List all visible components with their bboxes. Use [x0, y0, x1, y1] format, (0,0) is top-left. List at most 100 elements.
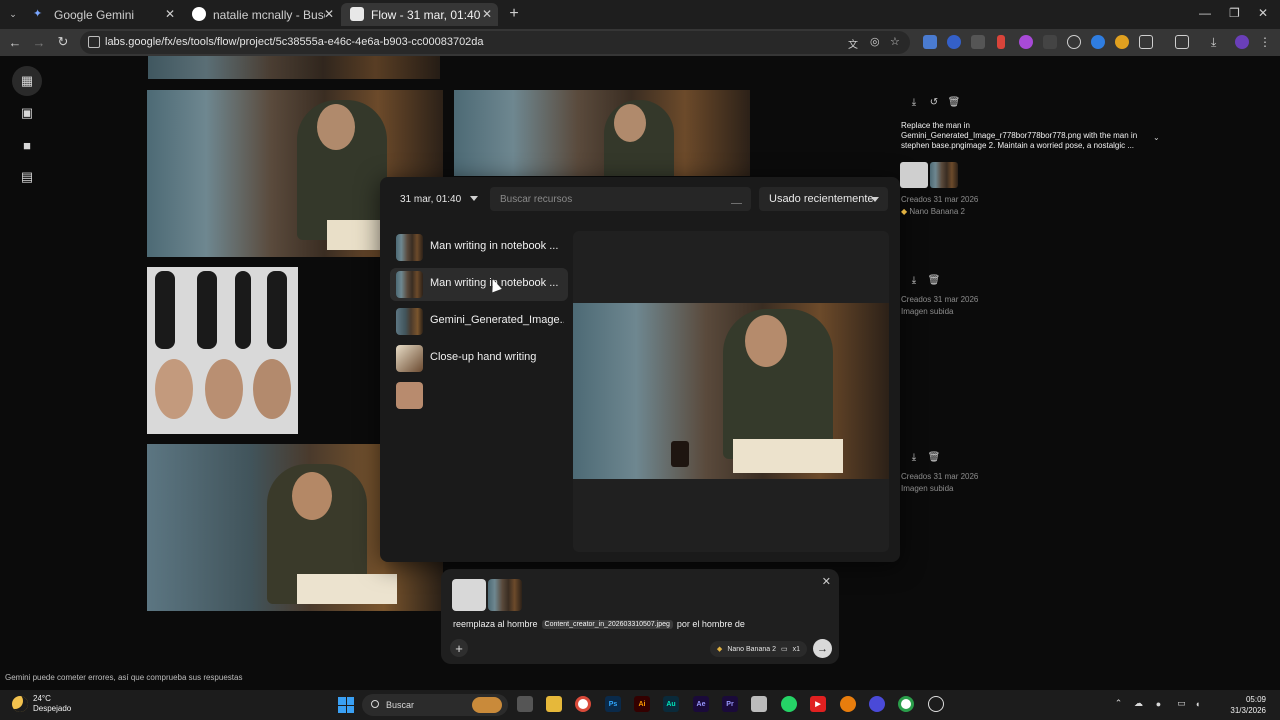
upload-icon[interactable] — [731, 193, 742, 204]
premiere-icon[interactable]: Pr — [722, 696, 738, 712]
minimize-icon[interactable]: — — [1199, 6, 1211, 20]
blender-icon[interactable] — [840, 696, 856, 712]
date-filter-dropdown[interactable]: 31 mar, 01:40 — [392, 187, 482, 211]
chrome-icon[interactable] — [575, 696, 591, 712]
whatsapp-icon[interactable] — [781, 696, 797, 712]
sort-dropdown[interactable]: Usado recientemente — [759, 187, 888, 211]
extension-icon[interactable] — [1019, 35, 1033, 49]
reference-thumbnail[interactable] — [900, 162, 928, 188]
tab-google-gemini[interactable]: ✦ Google Gemini ✕ — [24, 3, 181, 26]
after-effects-icon[interactable]: Ae — [693, 696, 709, 712]
add-button[interactable]: + — [450, 639, 468, 657]
eye-off-icon[interactable]: ◎ — [870, 35, 880, 48]
close-window-icon[interactable]: ✕ — [1258, 6, 1268, 20]
extension-icon[interactable] — [1091, 35, 1105, 49]
menu-kebab-icon[interactable]: ⋮ — [1259, 35, 1273, 49]
extension-icon[interactable] — [947, 35, 961, 49]
resource-item[interactable]: Man writing in notebook ... — [390, 231, 568, 264]
resource-item[interactable]: Man writing in notebook ... — [390, 268, 568, 301]
download-icon[interactable]: ⤓ — [1211, 35, 1225, 49]
upload-label: Imagen subida — [901, 484, 954, 493]
microphone-icon[interactable]: ● — [1153, 698, 1164, 709]
close-icon[interactable]: ✕ — [165, 7, 175, 21]
send-button[interactable]: → — [813, 639, 832, 658]
gemini-sparkle-icon: ✦ — [33, 8, 43, 20]
gallery-image[interactable] — [148, 56, 440, 79]
reuse-prompt-icon[interactable]: ↺ — [928, 96, 940, 108]
forward-arrow-icon[interactable]: → — [30, 33, 48, 51]
extension-icon[interactable] — [923, 35, 937, 49]
close-icon[interactable]: ✕ — [482, 7, 492, 21]
download-icon[interactable]: ⤓ — [908, 274, 920, 286]
folder-icon[interactable]: ▤ — [18, 168, 36, 186]
gallery-image[interactable] — [454, 90, 750, 176]
created-date: Creados 31 mar 2026 — [901, 472, 979, 481]
task-view-icon[interactable] — [517, 696, 533, 712]
delete-icon[interactable]: 🗑 — [928, 274, 941, 286]
photoshop-icon[interactable]: Ps — [605, 696, 621, 712]
reload-icon[interactable]: ↻ — [54, 33, 72, 51]
model-selector[interactable]: ◆ Nano Banana 2 ▭ x1 — [709, 641, 807, 657]
download-icon[interactable]: ⤓ — [908, 451, 920, 463]
side-panel-icon[interactable] — [1175, 35, 1189, 49]
search-placeholder: Buscar recursos — [500, 193, 573, 205]
tray-chevron-icon[interactable]: ⌃ — [1113, 698, 1124, 709]
new-tab-button[interactable]: + — [505, 5, 523, 23]
volume-icon[interactable]: ◖ — [1192, 698, 1203, 709]
back-arrow-icon[interactable]: ← — [6, 33, 24, 51]
close-icon[interactable]: ✕ — [822, 575, 831, 588]
prompt-input[interactable]: reemplaza al hombre Content_creator_in_2… — [453, 619, 745, 629]
expand-chevron-icon[interactable]: ⌄ — [1153, 133, 1160, 143]
tab-search-icon[interactable]: ⌄ — [4, 5, 22, 23]
extension-icon[interactable] — [1043, 35, 1057, 49]
translate-icon[interactable]: 文 — [848, 36, 858, 51]
moon-weather-icon[interactable] — [12, 696, 28, 712]
extension-icon[interactable] — [971, 35, 985, 49]
reference-thumbnail[interactable] — [930, 162, 958, 188]
profile-avatar[interactable] — [1235, 35, 1249, 49]
tab-flow[interactable]: Flow - 31 mar, 01:40 ✕ — [341, 3, 498, 26]
entry-meta: Creados 31 mar 2026 Imagen subida — [901, 471, 978, 495]
taskbar-search[interactable]: Buscar — [362, 694, 508, 716]
delete-icon[interactable]: 🗑 — [928, 451, 941, 463]
download-icon[interactable]: ⤓ — [908, 96, 920, 108]
gallery-image[interactable] — [147, 267, 298, 434]
start-button[interactable] — [338, 697, 354, 713]
attached-image[interactable] — [488, 579, 522, 611]
app-icon[interactable] — [869, 696, 885, 712]
delete-icon[interactable]: 🗑 — [948, 96, 961, 108]
attached-image[interactable] — [452, 579, 486, 611]
image-icon[interactable]: ▣ — [18, 104, 36, 122]
app-icon[interactable] — [928, 696, 944, 712]
illustrator-icon[interactable]: Ai — [634, 696, 650, 712]
close-icon[interactable]: ✕ — [324, 7, 334, 21]
resource-item[interactable]: Close-up hand writing — [390, 342, 568, 375]
tab-title: Flow - 31 mar, 01:40 — [371, 7, 481, 22]
site-info-icon[interactable] — [88, 36, 100, 48]
file-explorer-icon[interactable] — [546, 696, 562, 712]
video-icon[interactable]: ■ — [18, 136, 36, 154]
app-icon[interactable] — [751, 696, 767, 712]
resource-item[interactable]: Gemini_Generated_Image... — [390, 305, 568, 338]
extension-icon[interactable] — [997, 35, 1005, 49]
bookmark-star-icon[interactable]: ☆ — [890, 35, 900, 48]
resource-item[interactable] — [390, 379, 568, 412]
restore-icon[interactable]: ❐ — [1229, 6, 1240, 20]
resource-thumbnail — [396, 308, 423, 335]
chrome-icon[interactable] — [898, 696, 914, 712]
tab-google-search[interactable]: natalie mcnally - Buscar con Go ✕ — [183, 3, 340, 26]
extensions-puzzle-icon[interactable] — [1139, 35, 1153, 49]
weather-widget[interactable]: 24°C Despejado — [33, 694, 71, 714]
extension-icon[interactable] — [1067, 35, 1081, 49]
address-bar[interactable]: labs.google/fx/es/tools/flow/project/5c3… — [80, 31, 910, 54]
youtube-icon[interactable]: ▶ — [810, 696, 826, 712]
grid-view-icon[interactable]: ▦ — [12, 66, 42, 96]
system-clock[interactable]: 05:09 31/3/2026 — [1230, 694, 1266, 716]
audition-icon[interactable]: Au — [663, 696, 679, 712]
resource-search-input[interactable]: Buscar recursos — [490, 187, 751, 211]
onedrive-icon[interactable]: ☁ — [1133, 698, 1144, 709]
url-text: labs.google/fx/es/tools/flow/project/5c3… — [105, 36, 484, 48]
extension-icon[interactable] — [1115, 35, 1129, 49]
network-icon[interactable]: ▭ — [1176, 698, 1187, 709]
file-chip[interactable]: Content_creator_in_202603310507.jpeg — [541, 619, 673, 629]
